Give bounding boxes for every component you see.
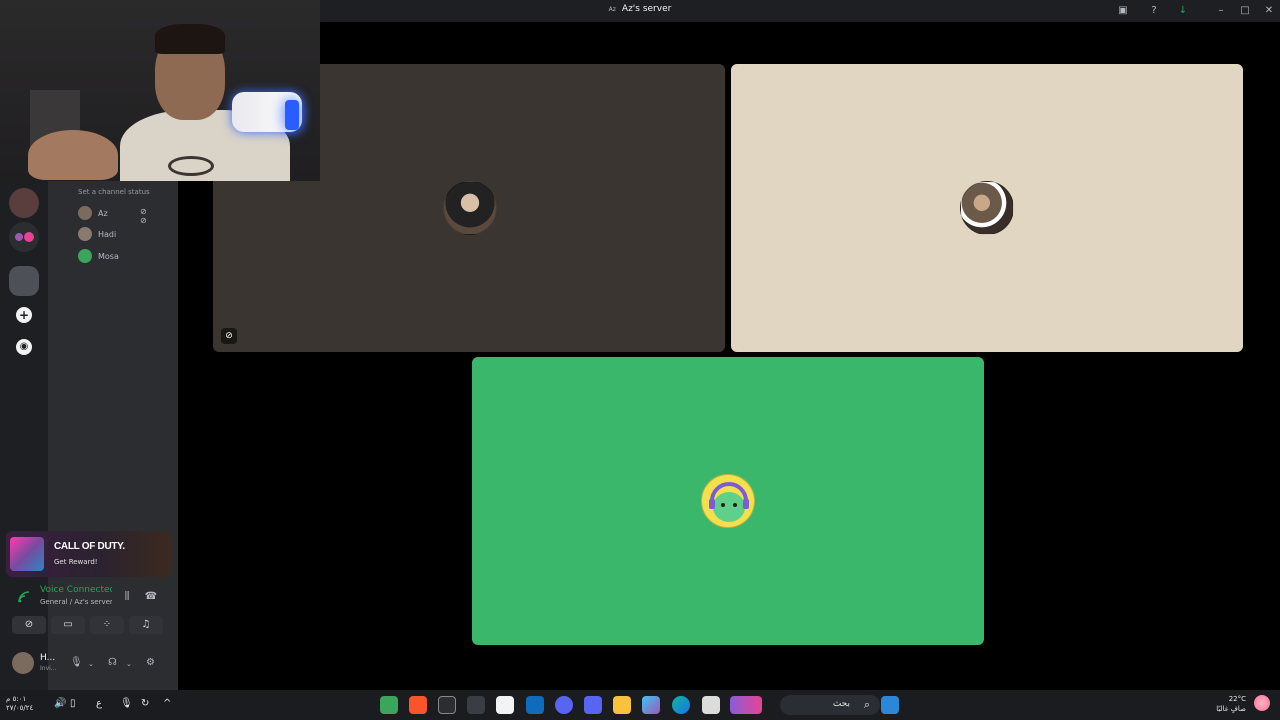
clock[interactable]: ٥:٠١ م ٢٧/٠٥/٢٤ [6,695,33,713]
server-icon-2[interactable] [9,222,39,252]
discover-icon[interactable]: ◉ [16,339,32,355]
webcam-person-hand [28,130,118,180]
voice-user-az[interactable]: Az ⊘ ⊘ [78,206,147,225]
microphone-icon[interactable]: 🎙 [70,657,83,668]
voice-user-mosa[interactable]: Mosa [78,249,119,263]
store-icon[interactable] [496,696,514,714]
weather-desc: صافٍ غالبًا [1216,705,1246,713]
maximize-button[interactable]: □ [1238,4,1252,18]
battery-icon[interactable]: ▯ [70,698,76,709]
tile-hadi[interactable] [731,64,1243,352]
voice-user-name: Az [98,208,108,218]
disconnect-icon[interactable]: ☎ [144,590,158,604]
user-avatar[interactable] [12,652,34,674]
soundboard-button[interactable]: ♫ [129,616,163,634]
activities-button[interactable]: ⁘ [90,616,124,634]
promo-card[interactable]: CALL OF DUTY. Get Reward! [6,531,171,577]
mosa-avatar-art [709,482,749,522]
noise-suppression-icon[interactable]: ⫼ [120,590,134,604]
tray-overflow-icon[interactable]: ^ [163,698,171,709]
tile-mosa[interactable] [472,357,984,645]
camera-off-icon: ⊘ [221,328,237,344]
voice-user-hadi[interactable]: Hadi [78,227,116,241]
search-label: بحث [832,699,850,709]
headphones-icon[interactable]: ☊ [108,657,117,668]
sync-icon[interactable]: ↻ [141,698,149,709]
server-icon-1[interactable] [9,188,39,218]
weather-temp: 22°C [1228,695,1246,703]
download-icon[interactable]: ↓ [1176,4,1190,18]
voice-user-name: Mosa [98,251,119,261]
webcam-overlay [0,0,320,181]
user-name[interactable]: H... [40,653,55,663]
chevron-down-icon[interactable]: ⌄ [126,660,132,668]
webcam-neon-light [285,100,299,130]
participant-avatar [443,181,497,235]
participant-avatar [701,474,755,528]
promo-cta: Get Reward! [54,558,98,566]
mic-tray-icon[interactable]: 🎙 [120,698,133,709]
help-icon[interactable]: ? [1147,4,1161,18]
window-title: Az's server [621,4,672,14]
server-icon: Az [608,6,616,13]
add-server-icon[interactable]: + [16,307,32,323]
voice-stage: ⊘ [178,22,1280,690]
voice-user-name: Hadi [98,229,117,239]
taskbar-search[interactable]: بحث ⌕ [780,695,880,715]
server-icon-az[interactable] [9,266,39,296]
weather-icon [1254,695,1270,711]
clock-time: ٥:٠١ م [6,695,27,703]
windows-start-icon[interactable] [881,696,899,714]
app-icon-12[interactable] [702,696,720,714]
file-explorer-icon[interactable] [613,696,631,714]
discord-active-icon[interactable] [584,696,602,714]
screen-share-button[interactable]: ▭ [51,616,85,634]
voice-status-subtitle[interactable]: General / Az's server [40,598,112,606]
edge-icon[interactable] [672,696,690,714]
camera-off-button[interactable]: ⊘ [12,616,46,634]
minimize-button[interactable]: – [1214,4,1228,18]
channel-status-input[interactable]: Set a channel status [78,188,150,196]
promo-thumbnail [10,537,44,571]
clock-date: ٢٧/٠٥/٢٤ [6,704,34,712]
app-icon-3[interactable] [438,696,456,714]
speaker-icon[interactable]: 🔊 [54,698,66,709]
server-art-icon [15,232,34,242]
search-icon: ⌕ [863,698,870,711]
signal-icon [18,591,30,606]
brave-browser-icon[interactable] [409,696,427,714]
avatar [78,206,92,220]
discord-icon[interactable] [555,696,573,714]
avatar [78,249,92,263]
widget-icon[interactable] [730,696,762,714]
input-language[interactable]: ع [96,698,102,709]
os-taskbar: ٥:٠١ م ٢٧/٠٥/٢٤ 🔊 ▯ ع 🎙 ↻ ^ بحث ⌕ 22°C ص… [0,690,1280,720]
app-icon-4[interactable] [467,696,485,714]
avatar [78,227,92,241]
close-button[interactable]: ✕ [1262,4,1276,18]
promo-brand: CALL OF DUTY. [54,541,125,552]
weather-widget[interactable]: 22°C صافٍ غالبًا [1216,694,1246,714]
copilot-icon[interactable] [642,696,660,714]
webcam-shirt-logo [168,156,214,176]
chevron-down-icon[interactable]: ⌄ [88,660,94,668]
signal-svg [18,591,30,603]
voice-status-title[interactable]: Voice Connected [40,585,112,595]
user-status: Invi... [40,665,57,672]
inbox-icon[interactable]: ▣ [1116,4,1130,18]
participant-avatar [960,181,1014,235]
voice-status-panel: Voice Connected General / Az's server ⫼ … [6,580,171,644]
mute-deafen-icon: ⊘ ⊘ [140,207,147,225]
outlook-icon[interactable] [526,696,544,714]
app-icon-1[interactable] [380,696,398,714]
user-panel: H... Invi... 🎙 ⌄ ☊ ⌄ ⚙ [6,648,171,680]
settings-gear-icon[interactable]: ⚙ [146,657,155,668]
webcam-person-hair [155,24,225,54]
